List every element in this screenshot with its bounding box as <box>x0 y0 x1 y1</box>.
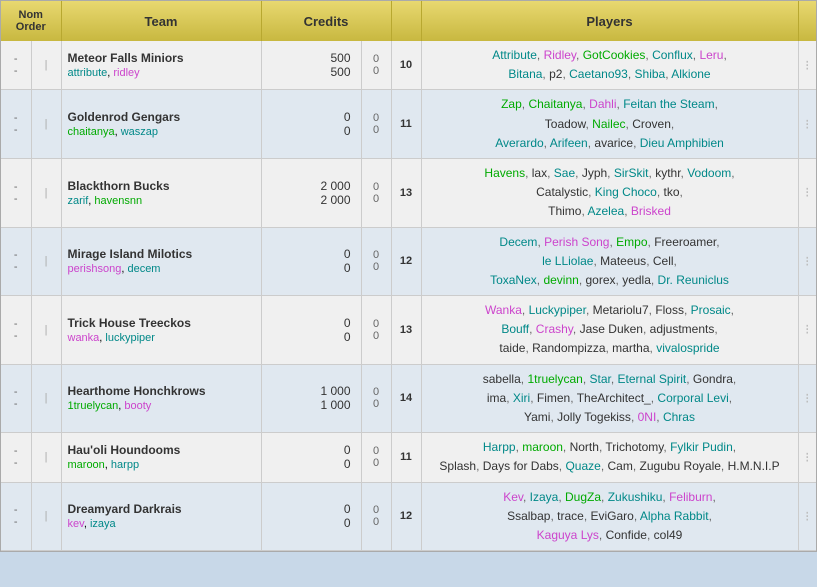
header-order: NomOrder <box>1 1 61 41</box>
credits-sub-cell: 00 <box>361 296 391 365</box>
team-cell: Meteor Falls Miniors attribute, ridley <box>61 41 261 90</box>
player-count-cell: 14 <box>391 364 421 433</box>
order-cell: -- <box>1 296 31 365</box>
team-cell: Mirage Island Milotics perishsong, decem <box>61 227 261 296</box>
table-row: --| Trick House Treeckos wanka, luckypiper… <box>1 296 816 365</box>
scroll-icon-cell: ⁝ <box>798 296 816 365</box>
header-team: Team <box>61 1 261 41</box>
team-name: Hearthome Honchkrows <box>68 384 255 398</box>
header-icon <box>798 1 816 41</box>
credits-sub-cell: 00 <box>361 158 391 227</box>
scroll-icon-cell: ⁝ <box>798 482 816 551</box>
player-count-cell: 12 <box>391 482 421 551</box>
credits-sub-cell: 00 <box>361 41 391 90</box>
order-cell-2: | <box>31 41 61 90</box>
players-cell: Attribute, Ridley, GotCookies, Conflux, … <box>421 41 798 90</box>
credits-cell: 00 <box>261 90 361 159</box>
player-count-cell: 13 <box>391 158 421 227</box>
scroll-icon-cell: ⁝ <box>798 227 816 296</box>
header-players <box>391 1 421 41</box>
credits-cell: 00 <box>261 227 361 296</box>
team-name: Meteor Falls Miniors <box>68 51 255 65</box>
header-credits: Credits <box>261 1 391 41</box>
order-cell-2: | <box>31 482 61 551</box>
team-cell: Hearthome Honchkrows 1truelycan, booty <box>61 364 261 433</box>
scroll-icon-cell: ⁝ <box>798 90 816 159</box>
order-cell: -- <box>1 364 31 433</box>
table-row: --|Hau'oli Houndoomsmaroon, harpp000011H… <box>1 433 816 482</box>
players-cell: Decem, Perish Song, Empo, Freeroamer, le… <box>421 227 798 296</box>
order-cell-2: | <box>31 90 61 159</box>
credits-cell: 1 0001 000 <box>261 364 361 433</box>
players-cell: Kev, Izaya, DugZa, Zukushiku, Feliburn, … <box>421 482 798 551</box>
order-cell-2: | <box>31 158 61 227</box>
player-count-cell: 12 <box>391 227 421 296</box>
player-count-cell: 11 <box>391 90 421 159</box>
table-row: --| Meteor Falls Miniors attribute, ridley… <box>1 41 816 90</box>
team-captains: chaitanya, waszap <box>68 126 255 138</box>
player-count-cell: 10 <box>391 41 421 90</box>
table-row: --| Goldenrod Gengars chaitanya, waszap 000… <box>1 90 816 159</box>
scroll-icon-cell: ⁝ <box>798 433 816 482</box>
scroll-icon-cell: ⁝ <box>798 364 816 433</box>
team-cell: Goldenrod Gengars chaitanya, waszap <box>61 90 261 159</box>
table-row: --| Mirage Island Milotics perishsong, dec… <box>1 227 816 296</box>
team-name: Blackthorn Bucks <box>68 179 255 193</box>
team-cell: Trick House Treeckos wanka, luckypiper <box>61 296 261 365</box>
credits-sub-cell: 00 <box>361 227 391 296</box>
table-row: --| Hearthome Honchkrows 1truelycan, booty… <box>1 364 816 433</box>
players-cell: Havens, lax, Sae, Jyph, SirSkit, kythr, … <box>421 158 798 227</box>
order-cell-2: | <box>31 296 61 365</box>
order-cell-2: | <box>31 227 61 296</box>
team-name: Trick House Treeckos <box>68 316 255 330</box>
team-cell: Blackthorn Bucks zarif, havensnn <box>61 158 261 227</box>
team-captains: kev, izaya <box>68 518 255 530</box>
table-row: --| Blackthorn Bucks zarif, havensnn 2 0002… <box>1 158 816 227</box>
team-name: Mirage Island Milotics <box>68 247 255 261</box>
credits-cell: 00 <box>261 433 361 482</box>
players-cell: Zap, Chaitanya, Dahli, Feitan the Steam,… <box>421 90 798 159</box>
players-cell: sabella, 1truelycan, Star, Eternal Spiri… <box>421 364 798 433</box>
team-captains: wanka, luckypiper <box>68 332 255 344</box>
order-cell-2: | <box>31 364 61 433</box>
credits-sub-cell: 00 <box>361 433 391 482</box>
credits-sub-cell: 00 <box>361 364 391 433</box>
order-cell: -- <box>1 90 31 159</box>
team-cell: Dreamyard Darkrais kev, izaya <box>61 482 261 551</box>
team-name: Goldenrod Gengars <box>68 110 255 124</box>
team-cell: Hau'oli Houndooms maroon, harpp <box>61 433 261 482</box>
header-players-list: Players <box>421 1 798 41</box>
team-captains: perishsong, decem <box>68 263 255 275</box>
player-count-cell: 11 <box>391 433 421 482</box>
credits-cell: 00 <box>261 296 361 365</box>
table-row: --|Dreamyard Darkraiskev, izaya000012Kev… <box>1 482 816 551</box>
team-name: Dreamyard Darkrais <box>68 502 255 516</box>
team-captains: attribute, ridley <box>68 67 255 79</box>
order-cell: -- <box>1 41 31 90</box>
team-name: Hau'oli Houndooms <box>68 443 255 457</box>
team-captains: zarif, havensnn <box>68 195 255 207</box>
players-cell: Wanka, Luckypiper, Metariolu7, Floss, Pr… <box>421 296 798 365</box>
team-captains: 1truelycan, booty <box>68 400 255 412</box>
order-cell: -- <box>1 158 31 227</box>
scroll-icon-cell: ⁝ <box>798 158 816 227</box>
scroll-icon-cell: ⁝ <box>798 41 816 90</box>
credits-sub-cell: 00 <box>361 90 391 159</box>
players-cell: Harpp, maroon, North, Trichotomy, Fylkir… <box>421 433 798 482</box>
table-header-row: NomOrder Team Credits Players <box>1 1 816 41</box>
order-cell-2: | <box>31 433 61 482</box>
teams-table: NomOrder Team Credits Players --|Meteor … <box>1 1 816 551</box>
credits-cell: 00 <box>261 482 361 551</box>
main-table-wrapper: NomOrder Team Credits Players --|Meteor … <box>0 0 817 552</box>
credits-cell: 2 0002 000 <box>261 158 361 227</box>
order-cell: -- <box>1 433 31 482</box>
credits-sub-cell: 00 <box>361 482 391 551</box>
order-cell: -- <box>1 227 31 296</box>
credits-cell: 500500 <box>261 41 361 90</box>
order-cell: -- <box>1 482 31 551</box>
player-count-cell: 13 <box>391 296 421 365</box>
team-captains: maroon, harpp <box>68 459 255 471</box>
